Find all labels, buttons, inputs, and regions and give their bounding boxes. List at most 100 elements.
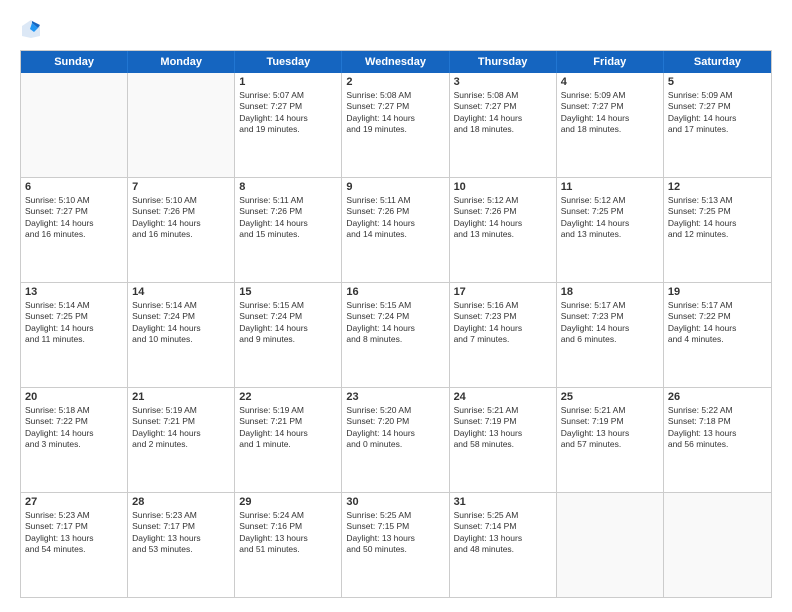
cell-line: Sunset: 7:23 PM xyxy=(454,311,552,322)
cell-line: Daylight: 14 hours xyxy=(668,218,767,229)
cell-line: and 9 minutes. xyxy=(239,334,337,345)
day-number: 26 xyxy=(668,391,767,403)
day-cell-27: 27Sunrise: 5:23 AMSunset: 7:17 PMDayligh… xyxy=(21,493,128,597)
cell-line: and 4 minutes. xyxy=(668,334,767,345)
cell-line: and 56 minutes. xyxy=(668,439,767,450)
day-cell-18: 18Sunrise: 5:17 AMSunset: 7:23 PMDayligh… xyxy=(557,283,664,387)
cell-line: and 3 minutes. xyxy=(25,439,123,450)
day-cell-25: 25Sunrise: 5:21 AMSunset: 7:19 PMDayligh… xyxy=(557,388,664,492)
cell-line: Sunset: 7:21 PM xyxy=(239,416,337,427)
cell-line: Sunset: 7:21 PM xyxy=(132,416,230,427)
cell-line: Sunrise: 5:10 AM xyxy=(25,195,123,206)
logo-icon xyxy=(20,18,42,40)
day-cell-7: 7Sunrise: 5:10 AMSunset: 7:26 PMDaylight… xyxy=(128,178,235,282)
day-cell-10: 10Sunrise: 5:12 AMSunset: 7:26 PMDayligh… xyxy=(450,178,557,282)
cell-line: Sunset: 7:26 PM xyxy=(454,206,552,217)
day-cell-2: 2Sunrise: 5:08 AMSunset: 7:27 PMDaylight… xyxy=(342,73,449,177)
cell-line: Sunset: 7:27 PM xyxy=(346,101,444,112)
cell-line: Sunrise: 5:17 AM xyxy=(561,300,659,311)
empty-cell xyxy=(21,73,128,177)
day-cell-31: 31Sunrise: 5:25 AMSunset: 7:14 PMDayligh… xyxy=(450,493,557,597)
day-number: 28 xyxy=(132,496,230,508)
day-number: 8 xyxy=(239,181,337,193)
cell-line: and 0 minutes. xyxy=(346,439,444,450)
day-number: 31 xyxy=(454,496,552,508)
cell-line: Sunrise: 5:25 AM xyxy=(346,510,444,521)
cell-line: Daylight: 14 hours xyxy=(454,218,552,229)
day-number: 1 xyxy=(239,76,337,88)
cell-line: and 7 minutes. xyxy=(454,334,552,345)
cell-line: Sunset: 7:22 PM xyxy=(668,311,767,322)
cell-line: Sunrise: 5:19 AM xyxy=(132,405,230,416)
cell-line: Sunrise: 5:12 AM xyxy=(561,195,659,206)
cal-header-saturday: Saturday xyxy=(664,51,771,73)
cell-line: Sunset: 7:24 PM xyxy=(346,311,444,322)
cell-line: Sunrise: 5:25 AM xyxy=(454,510,552,521)
day-cell-12: 12Sunrise: 5:13 AMSunset: 7:25 PMDayligh… xyxy=(664,178,771,282)
cell-line: and 50 minutes. xyxy=(346,544,444,555)
cell-line: Sunset: 7:17 PM xyxy=(132,521,230,532)
day-number: 5 xyxy=(668,76,767,88)
cell-line: Daylight: 14 hours xyxy=(561,323,659,334)
cell-line: Sunrise: 5:15 AM xyxy=(346,300,444,311)
logo xyxy=(20,18,46,40)
cell-line: Sunrise: 5:21 AM xyxy=(561,405,659,416)
day-cell-21: 21Sunrise: 5:19 AMSunset: 7:21 PMDayligh… xyxy=(128,388,235,492)
cell-line: Sunrise: 5:22 AM xyxy=(668,405,767,416)
cell-line: Daylight: 14 hours xyxy=(25,323,123,334)
day-number: 2 xyxy=(346,76,444,88)
cell-line: Sunrise: 5:24 AM xyxy=(239,510,337,521)
cell-line: Sunset: 7:19 PM xyxy=(561,416,659,427)
cell-line: Daylight: 14 hours xyxy=(346,218,444,229)
day-cell-19: 19Sunrise: 5:17 AMSunset: 7:22 PMDayligh… xyxy=(664,283,771,387)
day-number: 17 xyxy=(454,286,552,298)
day-number: 25 xyxy=(561,391,659,403)
day-number: 21 xyxy=(132,391,230,403)
day-number: 22 xyxy=(239,391,337,403)
cell-line: Sunset: 7:27 PM xyxy=(239,101,337,112)
cell-line: Daylight: 14 hours xyxy=(454,113,552,124)
cell-line: and 54 minutes. xyxy=(25,544,123,555)
cell-line: Daylight: 13 hours xyxy=(132,533,230,544)
day-number: 20 xyxy=(25,391,123,403)
cell-line: and 16 minutes. xyxy=(132,229,230,240)
cell-line: and 13 minutes. xyxy=(561,229,659,240)
day-number: 11 xyxy=(561,181,659,193)
cell-line: Daylight: 14 hours xyxy=(561,113,659,124)
cell-line: Sunrise: 5:23 AM xyxy=(132,510,230,521)
cell-line: and 10 minutes. xyxy=(132,334,230,345)
cell-line: Daylight: 14 hours xyxy=(239,113,337,124)
day-number: 3 xyxy=(454,76,552,88)
cell-line: and 1 minute. xyxy=(239,439,337,450)
cell-line: Sunset: 7:14 PM xyxy=(454,521,552,532)
day-cell-16: 16Sunrise: 5:15 AMSunset: 7:24 PMDayligh… xyxy=(342,283,449,387)
cell-line: Daylight: 14 hours xyxy=(25,218,123,229)
calendar-week-2: 6Sunrise: 5:10 AMSunset: 7:27 PMDaylight… xyxy=(21,177,771,282)
cal-header-friday: Friday xyxy=(557,51,664,73)
day-number: 9 xyxy=(346,181,444,193)
cell-line: and 18 minutes. xyxy=(561,124,659,135)
day-number: 27 xyxy=(25,496,123,508)
cell-line: Sunset: 7:27 PM xyxy=(454,101,552,112)
cal-header-sunday: Sunday xyxy=(21,51,128,73)
cell-line: and 8 minutes. xyxy=(346,334,444,345)
day-number: 18 xyxy=(561,286,659,298)
day-number: 10 xyxy=(454,181,552,193)
day-number: 23 xyxy=(346,391,444,403)
cell-line: Sunrise: 5:08 AM xyxy=(454,90,552,101)
day-cell-20: 20Sunrise: 5:18 AMSunset: 7:22 PMDayligh… xyxy=(21,388,128,492)
cell-line: Sunset: 7:20 PM xyxy=(346,416,444,427)
calendar-week-1: 1Sunrise: 5:07 AMSunset: 7:27 PMDaylight… xyxy=(21,73,771,177)
calendar-week-5: 27 Sunrise: 5:23 AMSunset: 7:17 PMDayligh… xyxy=(21,492,771,597)
cell-line: Daylight: 14 hours xyxy=(668,323,767,334)
cell-line: Sunrise: 5:20 AM xyxy=(346,405,444,416)
day-cell-23: 23Sunrise: 5:20 AMSunset: 7:20 PMDayligh… xyxy=(342,388,449,492)
cell-line: Sunset: 7:22 PM xyxy=(25,416,123,427)
cell-line: and 11 minutes. xyxy=(25,334,123,345)
day-cell-6: 6Sunrise: 5:10 AMSunset: 7:27 PMDaylight… xyxy=(21,178,128,282)
page: SundayMondayTuesdayWednesdayThursdayFrid… xyxy=(0,0,792,612)
cell-line: Sunset: 7:18 PM xyxy=(668,416,767,427)
day-cell-15: 15Sunrise: 5:15 AMSunset: 7:24 PMDayligh… xyxy=(235,283,342,387)
cell-line: Sunrise: 5:11 AM xyxy=(346,195,444,206)
day-number: 29 xyxy=(239,496,337,508)
